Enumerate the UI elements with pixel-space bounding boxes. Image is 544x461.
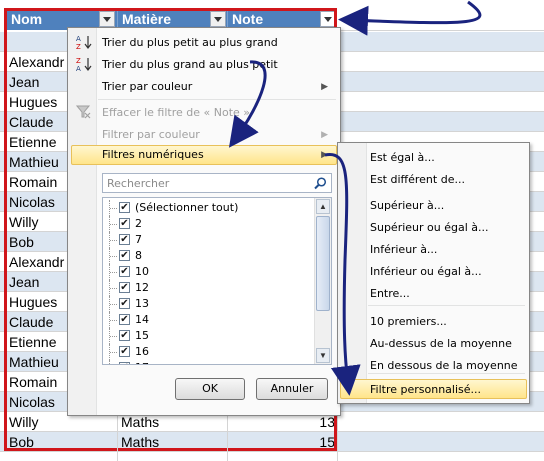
tree-connector (109, 280, 118, 296)
number-filters-submenu: Est égal à... Est différent de... Supérieu… (337, 142, 530, 404)
value-list-item-label: 2 (135, 217, 142, 230)
value-list-item[interactable]: ✔ 10 (109, 264, 299, 280)
tree-connector (109, 296, 118, 312)
value-list-item-label: 10 (135, 265, 149, 278)
menu-separator (98, 99, 336, 100)
cancel-button[interactable]: Annuler (256, 378, 328, 400)
svg-text:Z: Z (76, 57, 81, 65)
tree-connector (109, 216, 118, 232)
value-list-item-label: 13 (135, 297, 149, 310)
value-list-item[interactable]: ✔ 14 (109, 312, 299, 328)
clear-filter-label: Effacer le filtre de « Note » (102, 106, 251, 119)
submenu-item[interactable]: Inférieur à... (370, 243, 437, 256)
submenu-item[interactable]: Filtre personnalisé... (370, 383, 481, 396)
sort-descending-item[interactable]: Z A Trier du plus grand au plus petit (70, 53, 338, 75)
tree-connector (109, 312, 118, 328)
checkmark-icon[interactable]: ✔ (119, 234, 130, 245)
tree-connector (109, 248, 118, 264)
checkmark-icon[interactable]: ✔ (119, 202, 130, 213)
value-list-item[interactable]: ✔ 12 (109, 280, 299, 296)
value-list-item-label: 8 (135, 249, 142, 262)
value-list-item[interactable]: ✔ 8 (109, 248, 299, 264)
checkmark-icon[interactable]: ✔ (119, 298, 130, 309)
scroll-up-button[interactable]: ▲ (316, 199, 330, 214)
filter-menu: A Z Trier du plus petit au plus grand Z … (67, 27, 341, 416)
tree-connector (109, 232, 118, 248)
sort-descending-icon: Z A (76, 57, 92, 72)
header-extension (337, 8, 544, 31)
checkmark-icon[interactable]: ✔ (119, 362, 130, 364)
filter-by-color-label: Filtrer par couleur (102, 128, 200, 141)
chevron-right-icon: ▶ (321, 81, 328, 91)
value-list-item-label: (Sélectionner tout) (135, 201, 239, 214)
value-list-item-label: 7 (135, 233, 142, 246)
value-list-item[interactable]: ✔ 7 (109, 232, 299, 248)
sort-by-color-label: Trier par couleur (102, 80, 193, 93)
tree-connector (109, 328, 118, 344)
submenu-gutter (338, 143, 367, 403)
number-filters-label: Filtres numériques (102, 148, 204, 161)
value-list-item-label: 16 (135, 345, 149, 358)
sort-descending-label: Trier du plus grand au plus petit (102, 58, 278, 71)
checkmark-icon[interactable]: ✔ (119, 346, 130, 357)
submenu-item[interactable]: Entre... (370, 287, 410, 300)
sort-ascending-icon: A Z (76, 35, 92, 50)
clear-filter-item: Effacer le filtre de « Note » (70, 101, 338, 123)
submenu-item[interactable]: Supérieur ou égal à... (370, 221, 489, 234)
value-list-item-label: 17 (135, 360, 149, 364)
value-list-item[interactable]: ✔ 17 (109, 360, 299, 364)
submenu-item[interactable]: 10 premiers... (370, 315, 447, 328)
search-input[interactable]: Rechercher (107, 177, 169, 190)
value-list-item-label: 12 (135, 281, 149, 294)
submenu-item[interactable]: En dessous de la moyenne (370, 359, 518, 372)
scroll-down-button[interactable]: ▼ (316, 348, 330, 363)
value-list-item-label: 15 (135, 329, 149, 342)
checkmark-icon[interactable]: ✔ (119, 330, 130, 341)
svg-text:A: A (76, 35, 81, 43)
value-list-item[interactable]: ✔ 15 (109, 328, 299, 344)
scroll-thumb[interactable] (316, 216, 330, 311)
tree-connector (109, 360, 118, 364)
value-list: ✔ (Sélectionner tout) ✔ 2 ✔ 7 ✔ 8 ✔ 10 ✔ 12 ✔ 13 ✔ 14 ✔ 1… (102, 197, 332, 365)
number-filters-item[interactable]: Filtres numériques ▶ (70, 145, 338, 165)
sort-ascending-item[interactable]: A Z Trier du plus petit au plus grand (70, 31, 338, 53)
search-box[interactable]: Rechercher (102, 173, 332, 193)
clear-filter-icon (76, 105, 91, 119)
submenu-item[interactable]: Supérieur à... (370, 199, 444, 212)
submenu-item[interactable]: Au-dessus de la moyenne (370, 337, 512, 350)
chevron-right-icon: ▶ (321, 129, 328, 139)
menu-separator (368, 305, 525, 306)
search-icon (314, 177, 327, 190)
submenu-item[interactable]: Inférieur ou égal à... (370, 265, 482, 278)
tree-connector (109, 200, 118, 216)
list-scrollbar[interactable]: ▲ ▼ (314, 198, 331, 364)
tree-connector (109, 264, 118, 280)
ok-button[interactable]: OK (175, 378, 245, 400)
filter-by-color-item: Filtrer par couleur ▶ (70, 123, 338, 145)
menu-separator (368, 373, 525, 374)
svg-text:Z: Z (76, 43, 81, 50)
checkmark-icon[interactable]: ✔ (119, 282, 130, 293)
tree-connector (109, 344, 118, 360)
checkmark-icon[interactable]: ✔ (119, 218, 130, 229)
value-list-item[interactable]: ✔ 16 (109, 344, 299, 360)
submenu-item[interactable]: Est différent de... (370, 173, 465, 186)
sort-ascending-label: Trier du plus petit au plus grand (102, 36, 278, 49)
chevron-right-icon: ▶ (321, 149, 328, 159)
submenu-item[interactable]: Est égal à... (370, 151, 435, 164)
value-list-item[interactable]: ✔ 2 (109, 216, 299, 232)
select-all-item[interactable]: ✔ (Sélectionner tout) (109, 200, 299, 216)
checkmark-icon[interactable]: ✔ (119, 266, 130, 277)
value-list-item-label: 14 (135, 313, 149, 326)
sort-by-color-item[interactable]: Trier par couleur ▶ (70, 75, 338, 97)
checkmark-icon[interactable]: ✔ (119, 314, 130, 325)
value-list-item[interactable]: ✔ 13 (109, 296, 299, 312)
checkmark-icon[interactable]: ✔ (119, 250, 130, 261)
svg-text:A: A (76, 65, 81, 72)
